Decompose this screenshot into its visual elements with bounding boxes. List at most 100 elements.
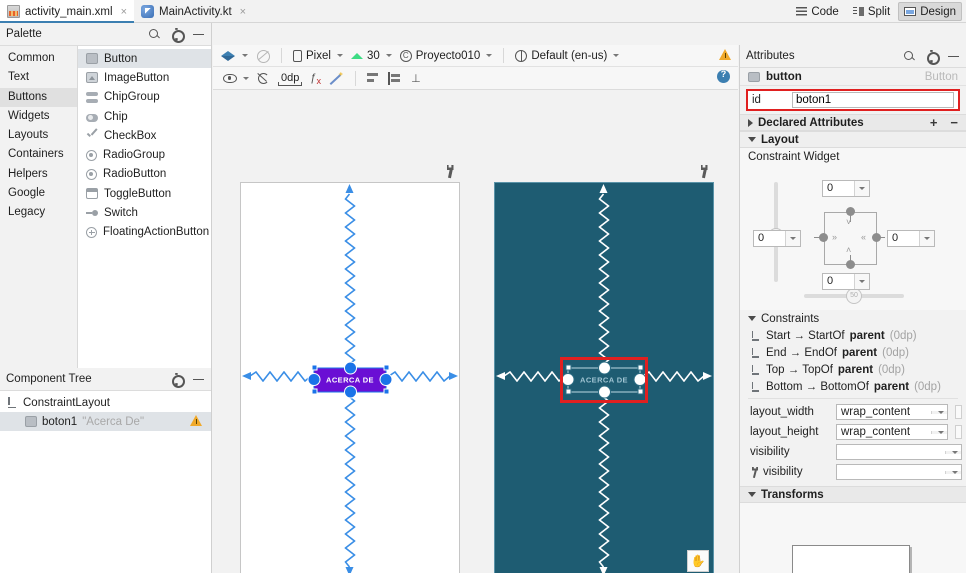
- palette-category-helpers[interactable]: Helpers: [0, 165, 77, 184]
- mode-design-button[interactable]: Design: [898, 2, 962, 21]
- device-config-icon[interactable]: [444, 165, 456, 178]
- palette-item-checkbox[interactable]: CheckBox: [78, 126, 211, 145]
- align-button[interactable]: [384, 69, 405, 87]
- design-mode-button[interactable]: [217, 47, 252, 65]
- transforms-preview[interactable]: [740, 503, 966, 573]
- close-icon[interactable]: ×: [121, 6, 127, 18]
- show-constraints-button[interactable]: [219, 69, 253, 87]
- palette-item-chipgroup[interactable]: ChipGroup: [78, 88, 211, 107]
- constraint-row-start[interactable]: Start → StartOf parent (0dp): [740, 327, 966, 344]
- constraint-anchor-right[interactable]: [379, 373, 393, 386]
- api-level-selector[interactable]: 30: [347, 47, 396, 65]
- constraint-row-bottom[interactable]: Bottom → BottomOf parent (0dp): [740, 378, 966, 395]
- visibility-combo[interactable]: [836, 444, 962, 460]
- layout-height-combo[interactable]: wrap_content: [836, 424, 948, 440]
- resize-handle-bottom-left[interactable]: [311, 388, 317, 395]
- device-preview-blueprint[interactable]: ACERCA DE ✋: [494, 182, 714, 573]
- palette-category-text[interactable]: Text: [0, 68, 77, 87]
- clear-constraints-button[interactable]: ƒx: [306, 69, 327, 87]
- default-margin-button[interactable]: 0dp: [274, 69, 306, 87]
- palette-item-radiogroup[interactable]: RadioGroup: [78, 145, 211, 164]
- mode-code-button[interactable]: Code: [790, 2, 845, 21]
- infer-constraints-button[interactable]: [327, 69, 348, 87]
- top-margin-spinner[interactable]: 0: [822, 180, 870, 197]
- property-extra[interactable]: [955, 405, 962, 419]
- declared-attributes-section[interactable]: Declared Attributes + −: [740, 114, 966, 131]
- palette-category-containers[interactable]: Containers: [0, 145, 77, 164]
- left-margin-spinner[interactable]: 0: [753, 230, 801, 247]
- design-canvas[interactable]: ACERCA DE ACERCA DE ✋: [213, 90, 738, 573]
- constraint-row-top[interactable]: Top → TopOf parent (0dp): [740, 361, 966, 378]
- palette-category-legacy[interactable]: Legacy: [0, 203, 77, 222]
- palette-item-switch[interactable]: Switch: [78, 203, 211, 222]
- button-widget-design[interactable]: ACERCA DE: [307, 361, 393, 398]
- tools-visibility-combo[interactable]: [836, 464, 962, 480]
- bottom-margin-spinner[interactable]: 0: [822, 273, 870, 290]
- transforms-section[interactable]: Transforms: [740, 486, 966, 503]
- horizontal-bias-value[interactable]: 50: [846, 288, 862, 304]
- tree-item-boton1[interactable]: boton1 "Acerca De": [0, 412, 211, 431]
- constraint-anchor-bottom[interactable]: [343, 385, 357, 398]
- chevron-down-icon: [748, 316, 756, 321]
- tab-main-activity-kt[interactable]: MainActivity.kt ×: [134, 0, 253, 23]
- palette-category-common[interactable]: Common: [0, 49, 77, 68]
- gear-icon[interactable]: [170, 28, 185, 43]
- add-attribute-button[interactable]: +: [930, 116, 938, 129]
- device-config-icon[interactable]: [698, 165, 710, 178]
- horizontal-bias-slider[interactable]: 50: [804, 288, 904, 304]
- resize-handle-top-right[interactable]: [383, 364, 389, 371]
- device-preview-design[interactable]: ACERCA DE: [240, 182, 460, 573]
- palette-item-togglebutton[interactable]: ToggleButton: [78, 184, 211, 203]
- help-icon[interactable]: [717, 69, 730, 83]
- theme-selector[interactable]: Proyecto010: [396, 47, 497, 65]
- constraint-widget[interactable]: 50 50 ˅ ˄ » « 0: [740, 165, 966, 310]
- id-input[interactable]: [792, 92, 954, 108]
- minimize-icon[interactable]: [192, 28, 205, 41]
- remove-attribute-button[interactable]: −: [950, 116, 958, 129]
- close-icon[interactable]: ×: [240, 6, 246, 18]
- palette-item-button[interactable]: Button: [78, 49, 211, 69]
- layout-section[interactable]: Layout: [740, 131, 966, 148]
- constraint-anchor-left[interactable]: [307, 373, 321, 386]
- constraint-anchor-right[interactable]: [872, 233, 881, 242]
- search-icon[interactable]: [148, 28, 161, 41]
- palette-item-imagebutton[interactable]: ImageButton: [78, 68, 211, 87]
- constraint-anchor-left[interactable]: [819, 233, 828, 242]
- locale-selector[interactable]: Default (en-us): [511, 47, 623, 65]
- warning-icon[interactable]: [190, 414, 203, 426]
- constraint-anchor-top[interactable]: [343, 361, 357, 374]
- layout-width-combo[interactable]: wrap_content: [836, 404, 948, 420]
- constraints-section-header[interactable]: Constraints: [740, 310, 966, 327]
- property-extra[interactable]: [955, 425, 962, 439]
- constraint-anchor-top[interactable]: [846, 207, 855, 216]
- palette-item-radiobutton[interactable]: RadioButton: [78, 165, 211, 184]
- device-screen-blueprint[interactable]: ACERCA DE ✋: [494, 182, 714, 573]
- mode-split-button[interactable]: Split: [847, 2, 896, 21]
- pan-hand-icon[interactable]: ✋: [687, 550, 709, 572]
- right-margin-spinner[interactable]: 0: [887, 230, 935, 247]
- device-screen-design[interactable]: ACERCA DE: [240, 182, 460, 573]
- warning-icon[interactable]: [719, 48, 732, 60]
- palette-category-google[interactable]: Google: [0, 184, 77, 203]
- resize-handle-bottom-right[interactable]: [383, 388, 389, 395]
- constraint-row-end[interactable]: End → EndOf parent (0dp): [740, 344, 966, 361]
- guidelines-button[interactable]: ⊥: [405, 69, 426, 87]
- minimize-icon[interactable]: [947, 50, 960, 63]
- palette-category-buttons[interactable]: Buttons: [0, 87, 77, 107]
- palette-category-layouts[interactable]: Layouts: [0, 126, 77, 145]
- pack-button[interactable]: [363, 69, 384, 87]
- tab-activity-main-xml[interactable]: activity_main.xml ×: [0, 0, 134, 23]
- palette-item-floatingactionbutton[interactable]: FloatingActionButton: [78, 223, 211, 242]
- gear-icon[interactable]: [925, 50, 940, 65]
- constraint-anchor-bottom[interactable]: [846, 260, 855, 269]
- minimize-icon[interactable]: [192, 373, 205, 386]
- resize-handle-top-left[interactable]: [311, 364, 317, 371]
- search-icon[interactable]: [903, 50, 916, 63]
- autoconnect-button[interactable]: [253, 69, 274, 87]
- device-selector[interactable]: Pixel: [289, 47, 347, 65]
- blueprint-toggle-button[interactable]: [252, 47, 274, 65]
- tree-item-constraintlayout[interactable]: ConstraintLayout: [0, 393, 211, 412]
- palette-category-widgets[interactable]: Widgets: [0, 107, 77, 126]
- gear-icon[interactable]: [170, 373, 185, 388]
- palette-item-chip[interactable]: Chip: [78, 107, 211, 126]
